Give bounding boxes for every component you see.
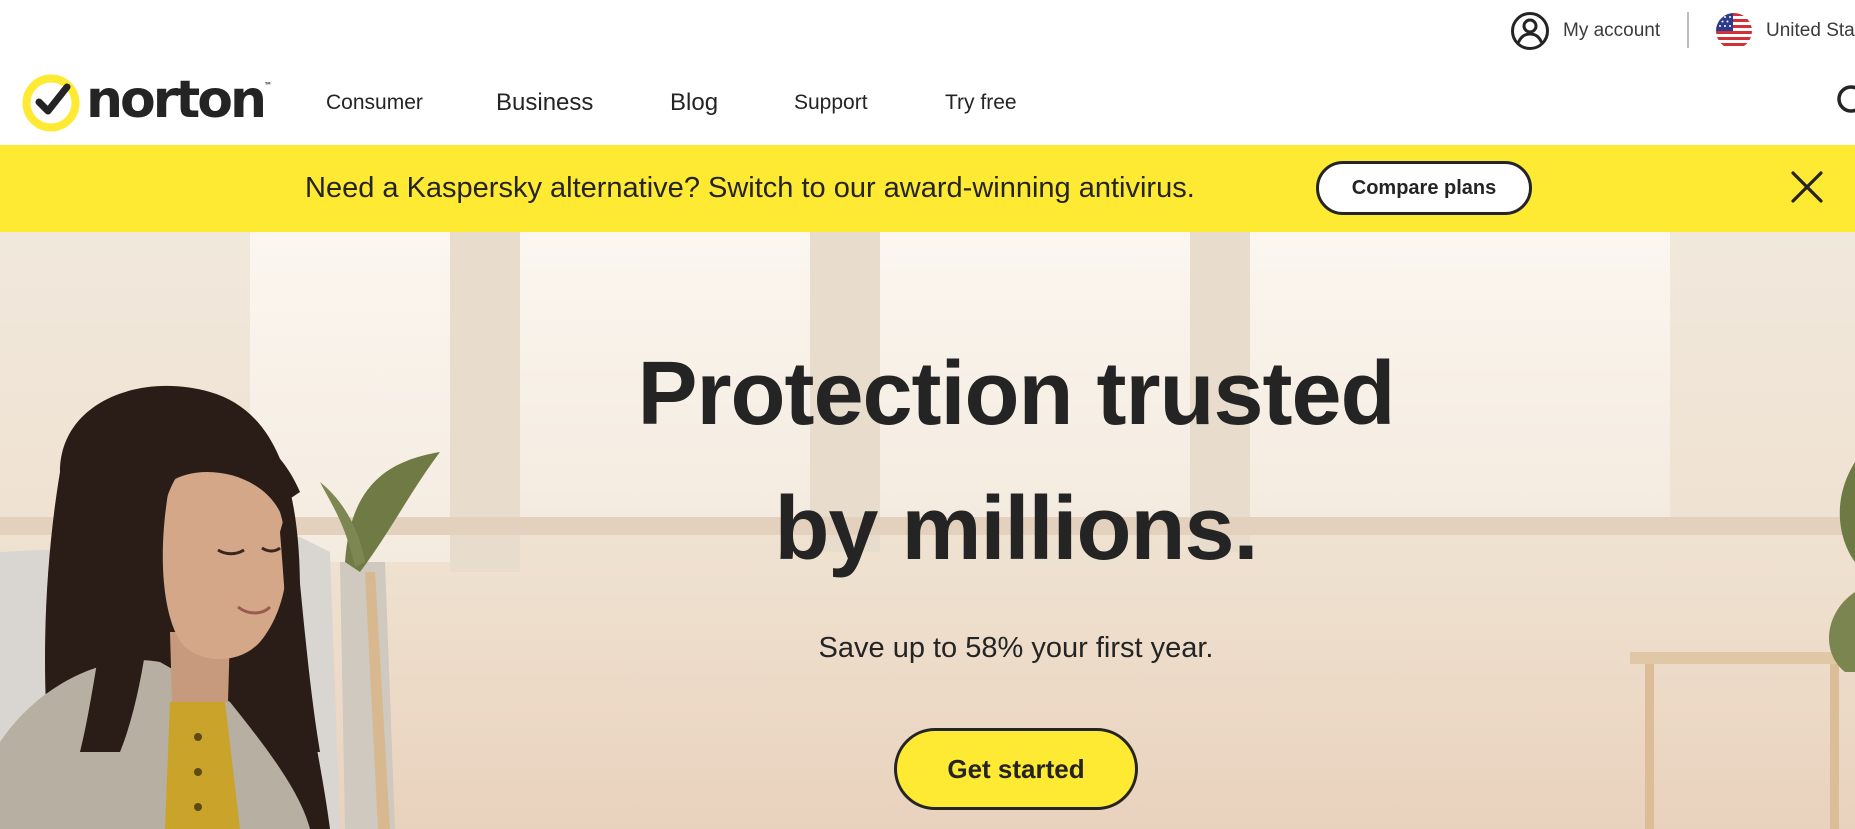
utility-bar: My account United Sta	[0, 0, 1855, 60]
my-account-label: My account	[1563, 20, 1661, 41]
nav-item-support[interactable]: Support	[794, 60, 868, 145]
main-nav: norton ™ Consumer Business Blog Support T…	[0, 60, 1855, 145]
hero-section: Protection trusted by millions. Save up …	[0, 232, 1855, 829]
get-started-button[interactable]: Get started	[894, 728, 1138, 810]
hero-title-line-2: by millions.	[774, 479, 1258, 579]
utility-divider	[1687, 12, 1689, 48]
close-icon[interactable]	[1788, 168, 1826, 206]
nav-item-consumer[interactable]: Consumer	[326, 60, 423, 145]
my-account-link[interactable]: My account	[1510, 11, 1660, 51]
nav-item-business[interactable]: Business	[496, 60, 593, 145]
norton-checkmark-icon	[22, 74, 80, 132]
search-icon[interactable]	[1834, 82, 1855, 122]
country-selector[interactable]: United States	[1716, 12, 1855, 50]
compare-plans-button[interactable]: Compare plans	[1316, 161, 1532, 215]
nav-item-try-free[interactable]: Try free	[945, 60, 1017, 145]
promo-text: Need a Kaspersky alternative? Switch to …	[305, 172, 1195, 204]
hero-title-line-1: Protection trusted	[637, 344, 1395, 444]
nav-item-blog[interactable]: Blog	[670, 60, 718, 145]
promo-banner: Need a Kaspersky alternative? Switch to …	[0, 145, 1855, 232]
user-circle-icon	[1511, 12, 1549, 50]
page: My account United Sta norton ™ Consumer …	[0, 0, 1855, 829]
hero-title: Protection trusted by millions.	[0, 327, 1855, 597]
us-flag-icon	[1716, 13, 1752, 49]
norton-logo[interactable]: norton ™	[22, 70, 272, 132]
country-label: United States	[1766, 20, 1855, 41]
logo-wordmark: norton ™	[86, 70, 272, 130]
hero-subtitle: Save up to 58% your first year.	[818, 632, 1214, 664]
